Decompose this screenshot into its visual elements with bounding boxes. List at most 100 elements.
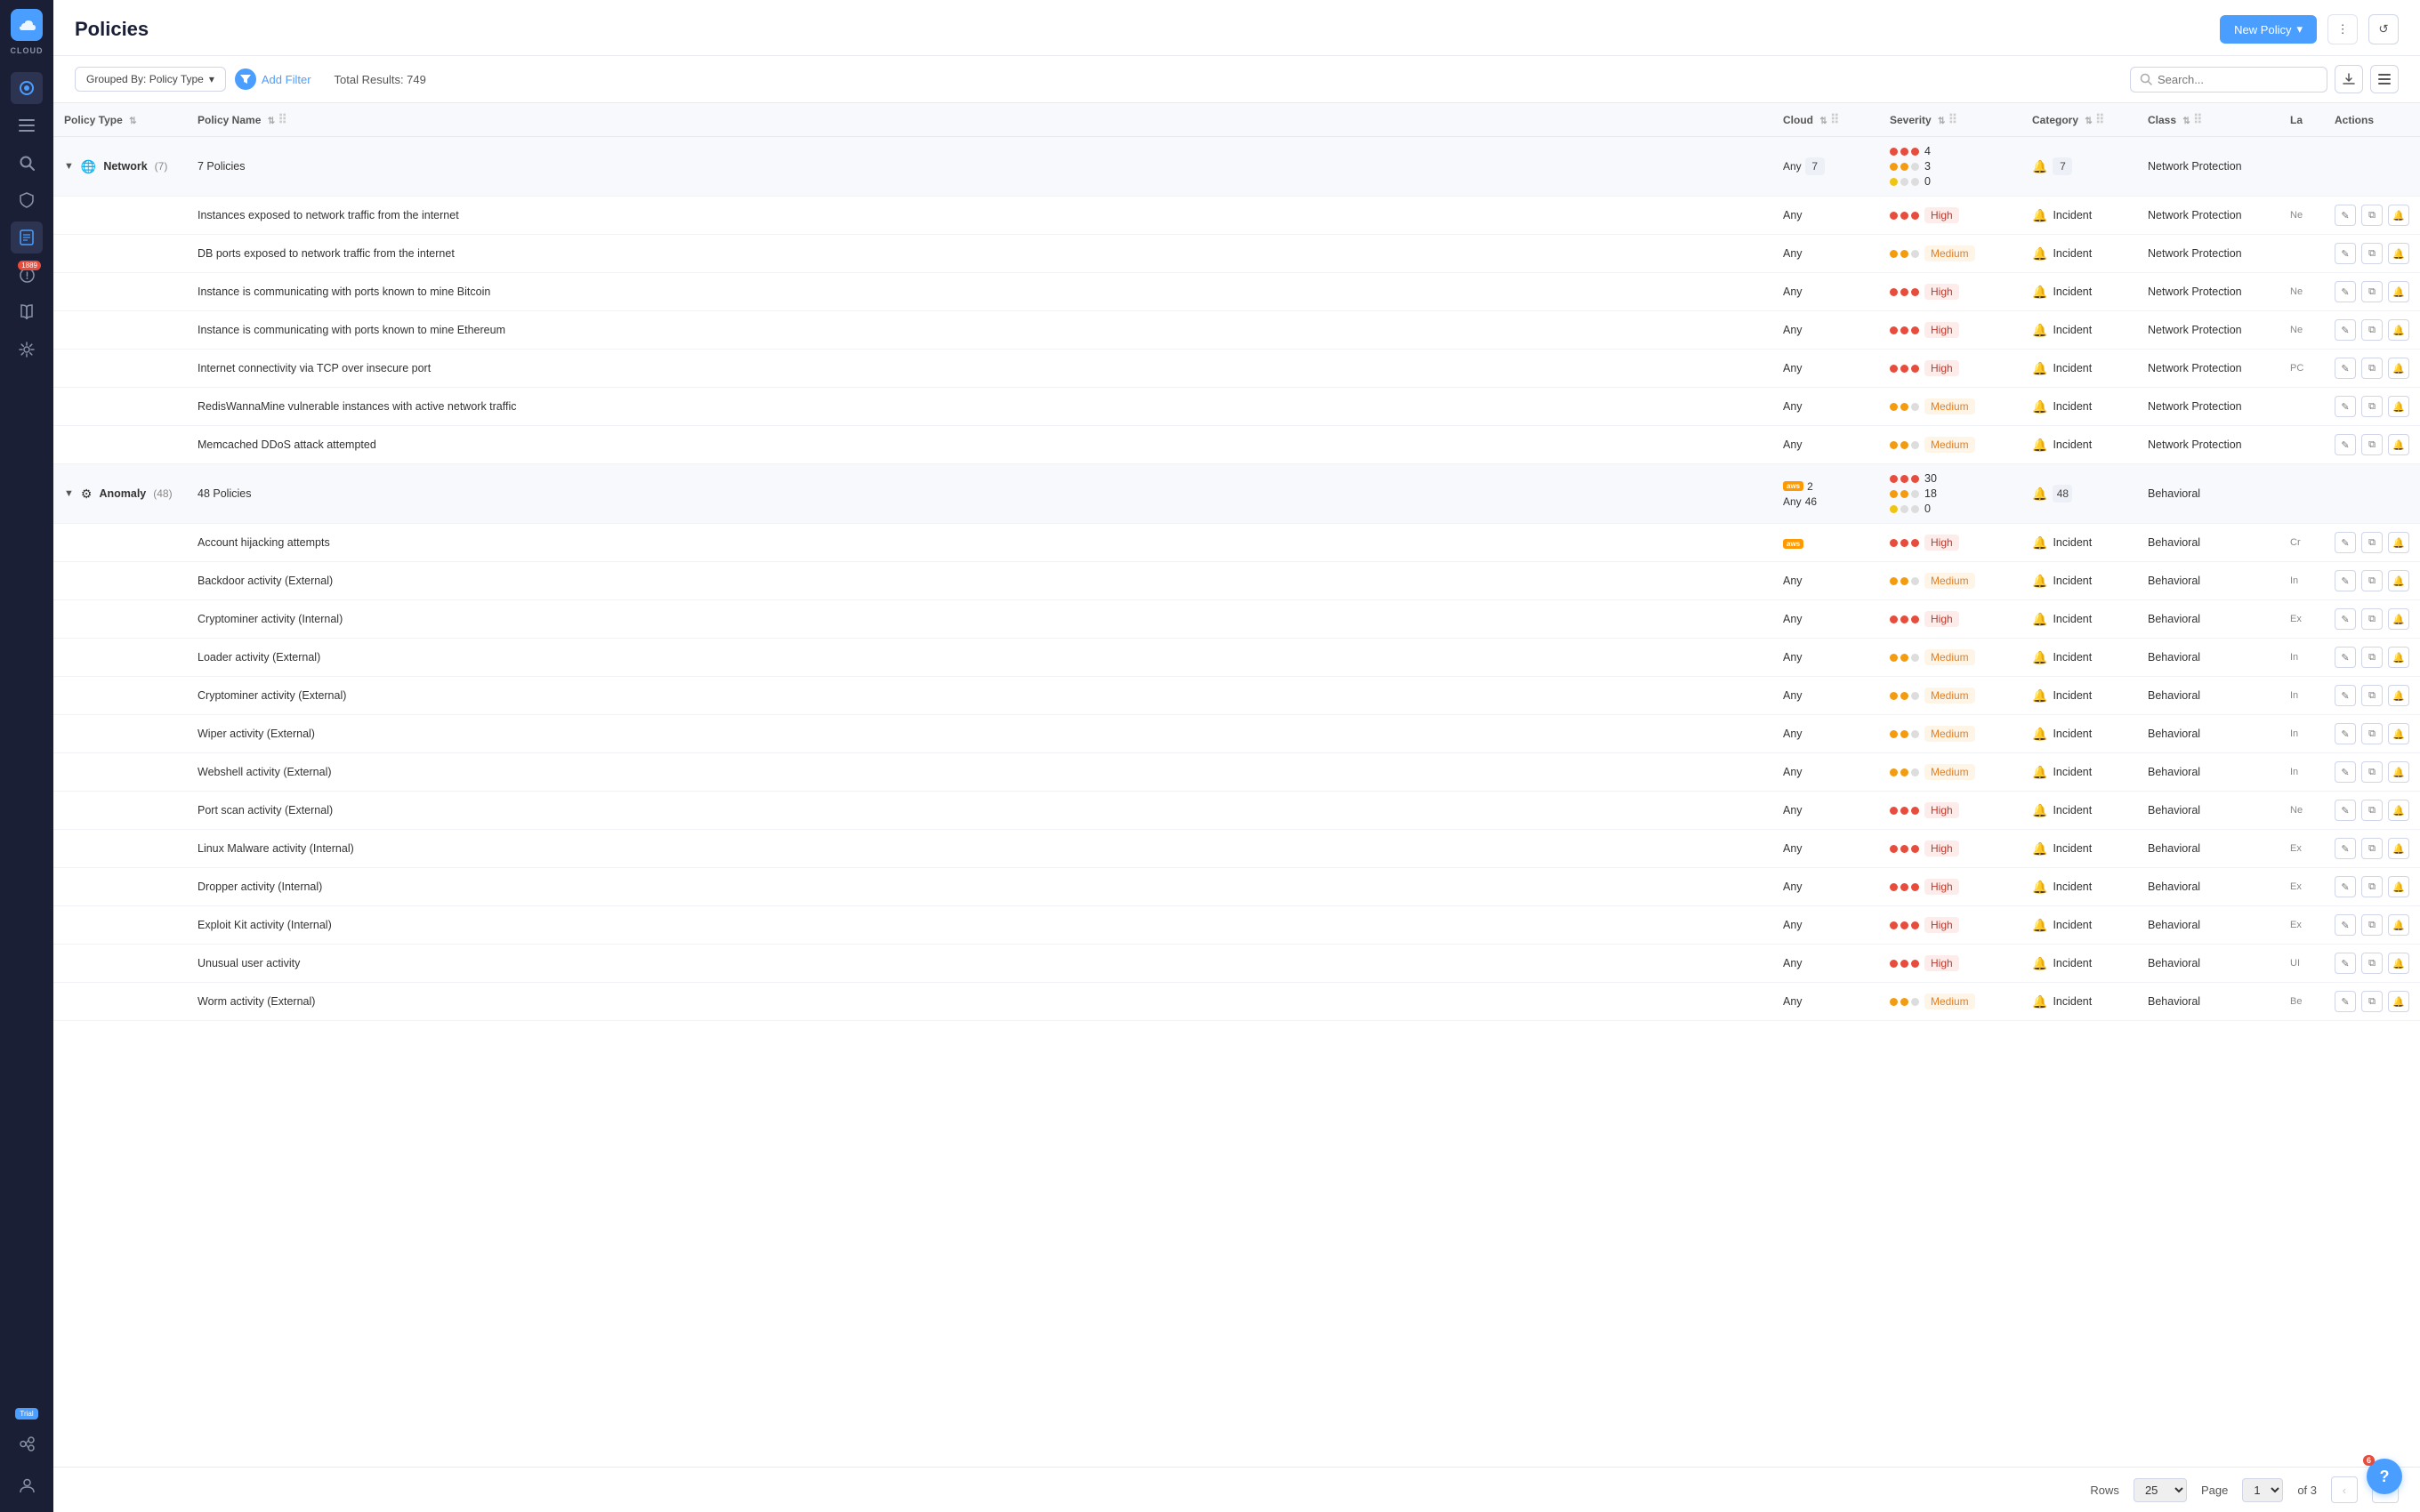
copy-icon[interactable]: ⧉: [2361, 570, 2383, 591]
edit-icon[interactable]: ✎: [2335, 876, 2356, 897]
bell-icon[interactable]: 🔔: [2388, 838, 2409, 859]
sidebar-item-search[interactable]: [11, 147, 43, 179]
policy-actions[interactable]: ✎ ⧉ 🔔: [2324, 868, 2420, 906]
copy-icon[interactable]: ⧉: [2361, 319, 2383, 341]
policy-actions[interactable]: ✎ ⧉ 🔔: [2324, 945, 2420, 983]
policy-actions[interactable]: ✎ ⧉ 🔔: [2324, 273, 2420, 311]
policy-actions[interactable]: ✎ ⧉ 🔔: [2324, 197, 2420, 235]
copy-icon[interactable]: ⧉: [2361, 914, 2383, 936]
col-drag-handle[interactable]: ⠿: [1948, 112, 1957, 126]
refresh-button[interactable]: ↺: [2368, 14, 2399, 44]
bell-icon[interactable]: 🔔: [2388, 281, 2409, 302]
copy-icon[interactable]: ⧉: [2361, 434, 2383, 455]
bell-icon[interactable]: 🔔: [2388, 685, 2409, 706]
grouped-by-button[interactable]: Grouped By: Policy Type ▾: [75, 67, 226, 92]
policy-actions[interactable]: ✎ ⧉ 🔔: [2324, 906, 2420, 945]
group-row-network[interactable]: ▼ 🌐 Network (7) 7 Policies Any 7 4 3 0 🔔…: [53, 137, 2420, 197]
search-box[interactable]: [2130, 67, 2327, 92]
copy-icon[interactable]: ⧉: [2361, 281, 2383, 302]
sidebar-item-user[interactable]: [11, 1468, 43, 1500]
copy-icon[interactable]: ⧉: [2361, 838, 2383, 859]
edit-icon[interactable]: ✎: [2335, 434, 2356, 455]
group-toggle[interactable]: ▼: [64, 488, 74, 499]
copy-icon[interactable]: ⧉: [2361, 991, 2383, 1012]
bell-icon[interactable]: 🔔: [2388, 396, 2409, 417]
view-toggle-button[interactable]: [2370, 65, 2399, 93]
sidebar-item-shield[interactable]: [11, 184, 43, 216]
policy-actions[interactable]: ✎ ⧉ 🔔: [2324, 311, 2420, 350]
rows-per-page-select[interactable]: 25 50 100: [2134, 1478, 2187, 1502]
col-drag-handle[interactable]: ⠿: [1830, 112, 1839, 126]
col-header-class[interactable]: Class ⇅ ⠿: [2137, 103, 2279, 137]
add-filter-button[interactable]: Add Filter: [235, 68, 311, 90]
col-drag-handle[interactable]: ⠿: [278, 112, 286, 126]
copy-icon[interactable]: ⧉: [2361, 358, 2383, 379]
policy-actions[interactable]: ✎ ⧉ 🔔: [2324, 235, 2420, 273]
edit-icon[interactable]: ✎: [2335, 319, 2356, 341]
bell-icon[interactable]: 🔔: [2388, 434, 2409, 455]
copy-icon[interactable]: ⧉: [2361, 205, 2383, 226]
edit-icon[interactable]: ✎: [2335, 358, 2356, 379]
bell-icon[interactable]: 🔔: [2388, 532, 2409, 553]
copy-icon[interactable]: ⧉: [2361, 532, 2383, 553]
policy-actions[interactable]: ✎ ⧉ 🔔: [2324, 983, 2420, 1021]
col-header-policy-type[interactable]: Policy Type ⇅: [53, 103, 187, 137]
policy-actions[interactable]: ✎ ⧉ 🔔: [2324, 426, 2420, 464]
copy-icon[interactable]: ⧉: [2361, 685, 2383, 706]
policies-table-container[interactable]: Policy Type ⇅ Policy Name ⇅ ⠿ Cloud ⇅ ⠿ …: [53, 103, 2420, 1467]
edit-icon[interactable]: ✎: [2335, 800, 2356, 821]
edit-icon[interactable]: ✎: [2335, 396, 2356, 417]
bell-icon[interactable]: 🔔: [2388, 876, 2409, 897]
copy-icon[interactable]: ⧉: [2361, 761, 2383, 783]
col-header-la[interactable]: La: [2279, 103, 2324, 137]
col-header-category[interactable]: Category ⇅ ⠿: [2021, 103, 2137, 137]
sidebar-item-dashboard[interactable]: [11, 72, 43, 104]
bell-icon[interactable]: 🔔: [2388, 608, 2409, 630]
col-drag-handle[interactable]: ⠿: [2193, 112, 2202, 126]
policy-actions[interactable]: ✎ ⧉ 🔔: [2324, 792, 2420, 830]
edit-icon[interactable]: ✎: [2335, 953, 2356, 974]
bell-icon[interactable]: 🔔: [2388, 953, 2409, 974]
bell-icon[interactable]: 🔔: [2388, 723, 2409, 744]
bell-icon[interactable]: 🔔: [2388, 800, 2409, 821]
col-header-cloud[interactable]: Cloud ⇅ ⠿: [1772, 103, 1879, 137]
bell-icon[interactable]: 🔔: [2388, 647, 2409, 668]
edit-icon[interactable]: ✎: [2335, 761, 2356, 783]
sidebar-item-list[interactable]: [11, 109, 43, 141]
policy-actions[interactable]: ✎ ⧉ 🔔: [2324, 677, 2420, 715]
search-input[interactable]: [2158, 73, 2318, 86]
download-button[interactable]: [2335, 65, 2363, 93]
bell-icon[interactable]: 🔔: [2388, 243, 2409, 264]
page-select[interactable]: 1 2 3: [2242, 1478, 2283, 1502]
policy-actions[interactable]: ✎ ⧉ 🔔: [2324, 562, 2420, 600]
policy-actions[interactable]: ✎ ⧉ 🔔: [2324, 388, 2420, 426]
group-toggle[interactable]: ▼: [64, 161, 74, 172]
edit-icon[interactable]: ✎: [2335, 532, 2356, 553]
sidebar-item-settings[interactable]: [11, 334, 43, 366]
bell-icon[interactable]: 🔔: [2388, 319, 2409, 341]
group-row-anomaly[interactable]: ▼ ⚙ Anomaly (48) 48 Policies aws 2 Any 4…: [53, 464, 2420, 524]
bell-icon[interactable]: 🔔: [2388, 570, 2409, 591]
policy-actions[interactable]: ✎ ⧉ 🔔: [2324, 753, 2420, 792]
edit-icon[interactable]: ✎: [2335, 838, 2356, 859]
edit-icon[interactable]: ✎: [2335, 723, 2356, 744]
edit-icon[interactable]: ✎: [2335, 205, 2356, 226]
sidebar-item-integrations[interactable]: [11, 1428, 43, 1460]
copy-icon[interactable]: ⧉: [2361, 243, 2383, 264]
help-button[interactable]: 6 ?: [2367, 1459, 2402, 1494]
bell-icon[interactable]: 🔔: [2388, 358, 2409, 379]
copy-icon[interactable]: ⧉: [2361, 723, 2383, 744]
edit-icon[interactable]: ✎: [2335, 685, 2356, 706]
edit-icon[interactable]: ✎: [2335, 570, 2356, 591]
edit-icon[interactable]: ✎: [2335, 608, 2356, 630]
col-header-severity[interactable]: Severity ⇅ ⠿: [1879, 103, 2021, 137]
copy-icon[interactable]: ⧉: [2361, 800, 2383, 821]
edit-icon[interactable]: ✎: [2335, 281, 2356, 302]
copy-icon[interactable]: ⧉: [2361, 396, 2383, 417]
sidebar-item-policies[interactable]: [11, 221, 43, 253]
app-logo[interactable]: [11, 9, 43, 41]
bell-icon[interactable]: 🔔: [2388, 991, 2409, 1012]
edit-icon[interactable]: ✎: [2335, 991, 2356, 1012]
copy-icon[interactable]: ⧉: [2361, 953, 2383, 974]
copy-icon[interactable]: ⧉: [2361, 608, 2383, 630]
